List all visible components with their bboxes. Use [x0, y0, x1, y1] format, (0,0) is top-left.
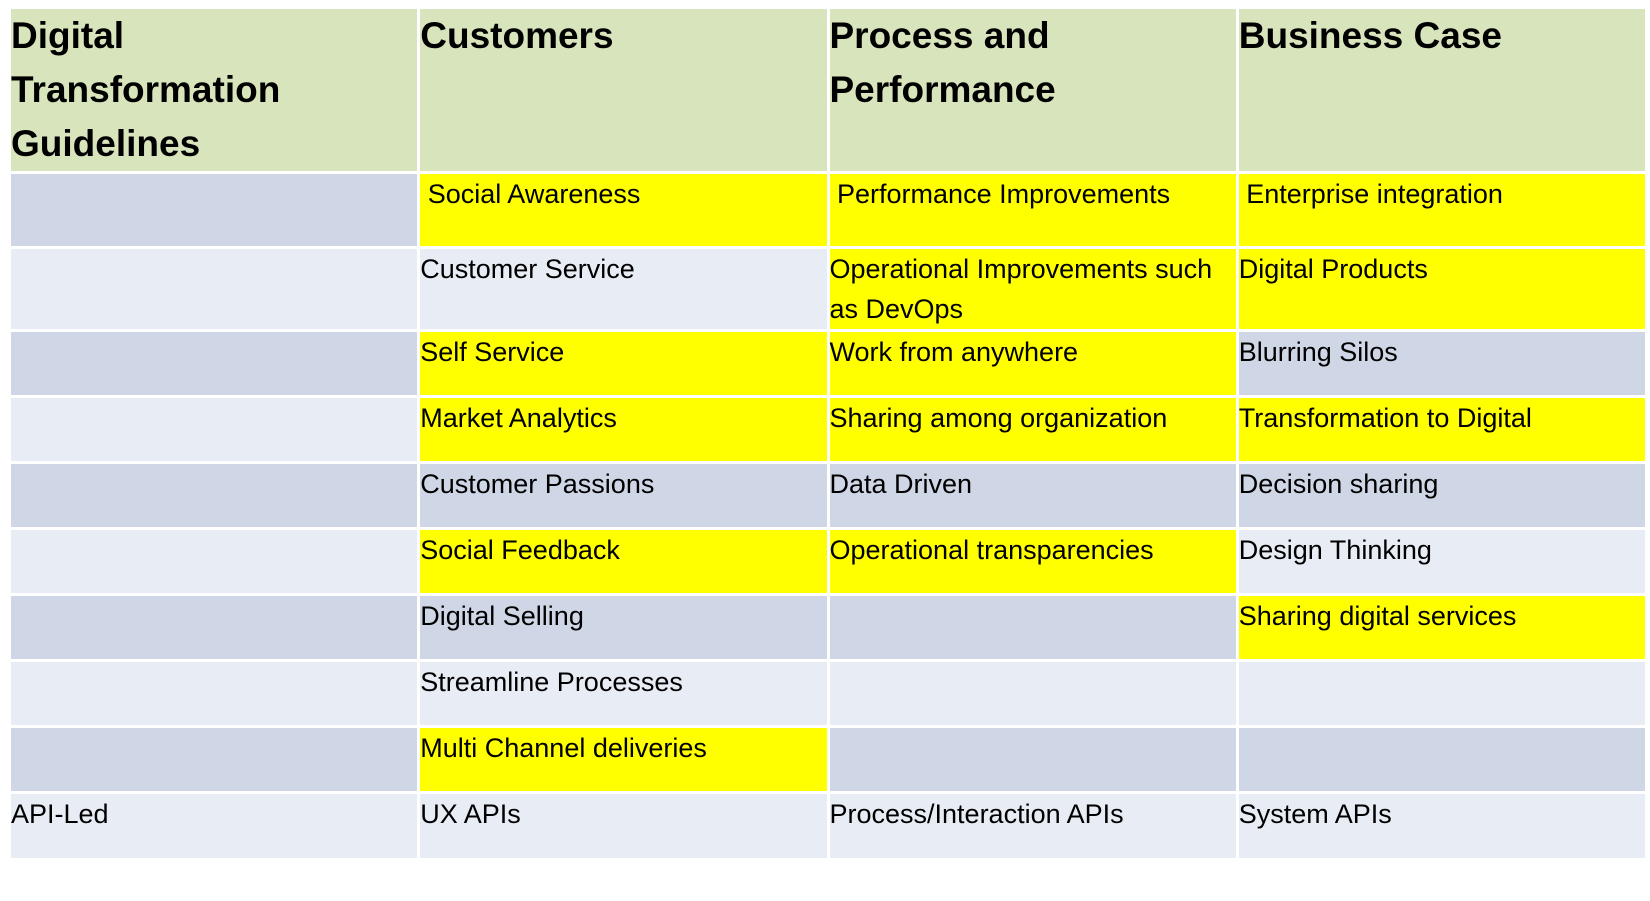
cell-customers: UX APIs [420, 794, 827, 858]
cell-process: Data Driven [829, 464, 1236, 527]
cell-business [1238, 662, 1645, 725]
row-label [11, 464, 418, 527]
table-row: Self Service Work from anywhere Blurring… [11, 332, 1645, 395]
column-header-business-case: Business Case [1238, 9, 1645, 171]
title-line: Digital [11, 15, 125, 56]
cell-business: Enterprise integration [1238, 174, 1645, 246]
cell-business [1238, 728, 1645, 791]
cell-business: Design Thinking [1238, 530, 1645, 593]
column-header-process-performance: Process and Performance [829, 9, 1236, 171]
cell-process: Sharing among organization [829, 398, 1236, 461]
cell-business: Blurring Silos [1238, 332, 1645, 395]
cell-customers: Streamline Processes [420, 662, 827, 725]
cell-business: Decision sharing [1238, 464, 1645, 527]
table-row: Multi Channel deliveries [11, 728, 1645, 791]
title-line: Transformation [11, 69, 281, 110]
column-header-customers: Customers [420, 9, 827, 171]
cell-business: System APIs [1238, 794, 1645, 858]
cell-customers: Digital Selling [420, 596, 827, 659]
title-line: Guidelines [11, 123, 201, 164]
cell-process: Process/Interaction APIs [829, 794, 1236, 858]
cell-process: Work from anywhere [829, 332, 1236, 395]
cell-business: Sharing digital services [1238, 596, 1645, 659]
cell-customers: Social Feedback [420, 530, 827, 593]
table-row: Social Awareness Performance Improvement… [11, 174, 1645, 246]
table-row: Social Feedback Operational transparenci… [11, 530, 1645, 593]
cell-process [829, 596, 1236, 659]
table-row: Customer Passions Data Driven Decision s… [11, 464, 1645, 527]
row-label [11, 596, 418, 659]
row-label [11, 662, 418, 725]
cell-process: Operational transparencies [829, 530, 1236, 593]
cell-customers: Market Analytics [420, 398, 827, 461]
cell-customers: Multi Channel deliveries [420, 728, 827, 791]
row-label: API-Led [11, 794, 418, 858]
cell-process [829, 662, 1236, 725]
cell-business: Transformation to Digital [1238, 398, 1645, 461]
header-row: Digital Transformation Guidelines Custom… [11, 9, 1645, 171]
cell-customers: Self Service [420, 332, 827, 395]
table-row: Market Analytics Sharing among organizat… [11, 398, 1645, 461]
row-label [11, 332, 418, 395]
cell-process: Performance Improvements [829, 174, 1236, 246]
table-row-api-led: API-Led UX APIs Process/Interaction APIs… [11, 794, 1645, 858]
row-label [11, 530, 418, 593]
cell-customers: Social Awareness [420, 174, 827, 246]
table-title: Digital Transformation Guidelines [11, 9, 418, 171]
row-label [11, 398, 418, 461]
cell-customers: Customer Service [420, 249, 827, 329]
table-row: Customer Service Operational Improvement… [11, 249, 1645, 329]
table-row: Digital Selling Sharing digital services [11, 596, 1645, 659]
cell-process [829, 728, 1236, 791]
guidelines-table: Digital Transformation Guidelines Custom… [8, 6, 1648, 861]
cell-process: Operational Improvements such as DevOps [829, 249, 1236, 329]
table-row: Streamline Processes [11, 662, 1645, 725]
cell-customers: Customer Passions [420, 464, 827, 527]
cell-business: Digital Products [1238, 249, 1645, 329]
row-label [11, 728, 418, 791]
row-label [11, 174, 418, 246]
row-label [11, 249, 418, 329]
